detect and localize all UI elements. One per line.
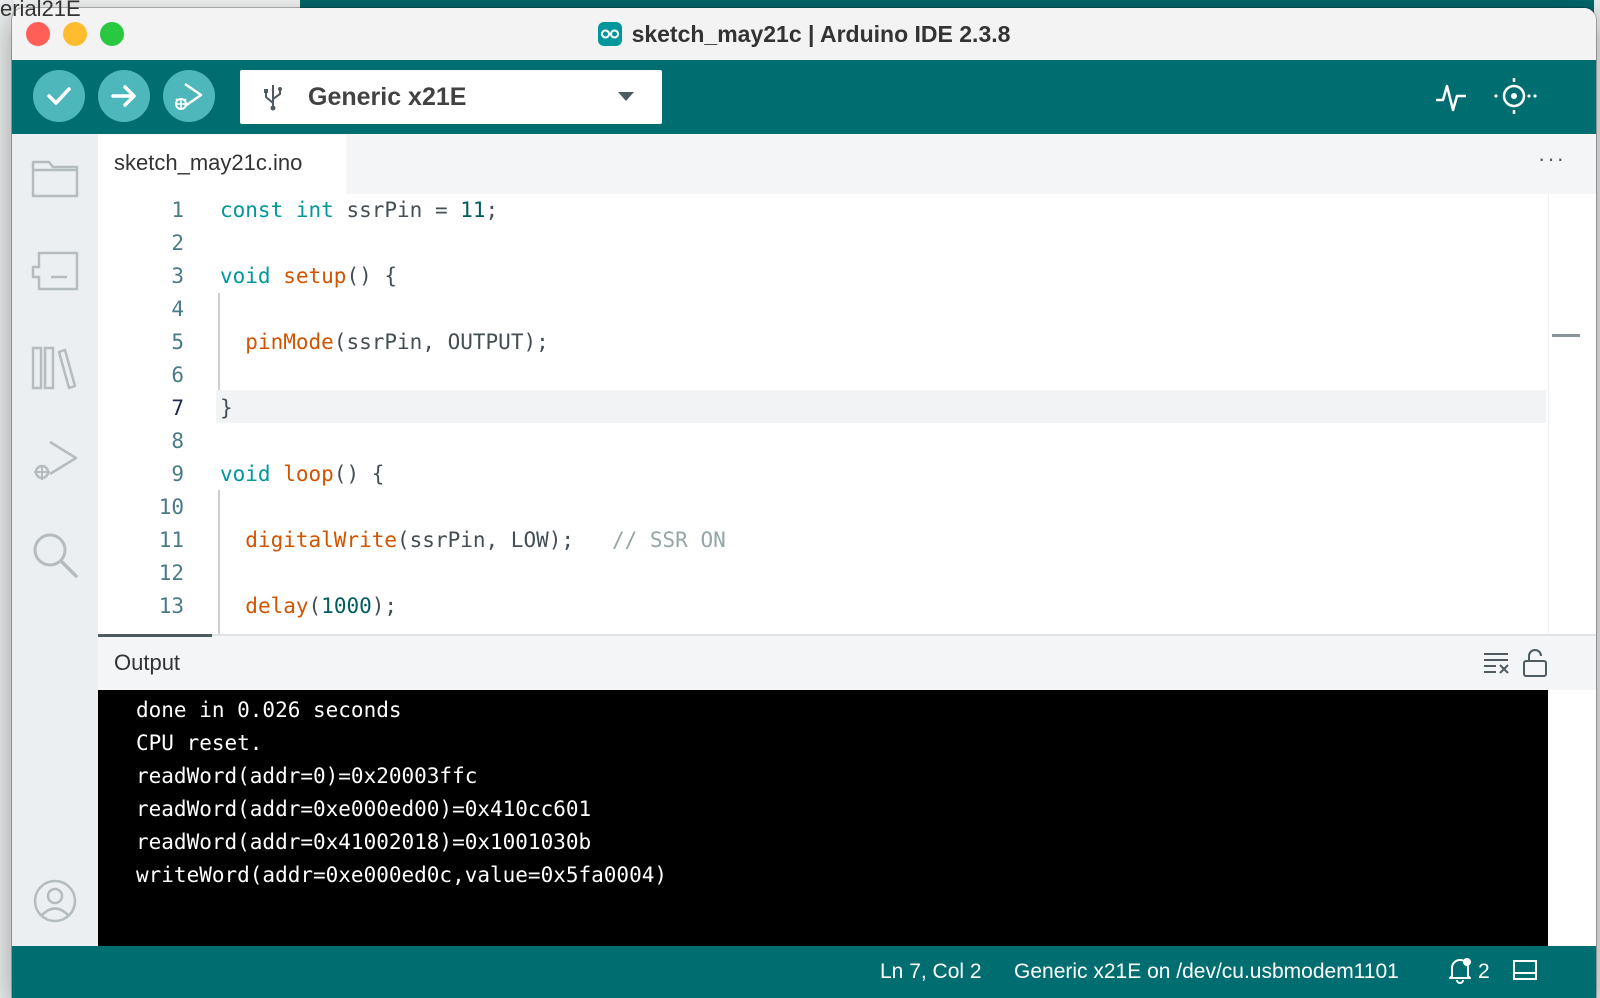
output-line: readWord(addr=0)=0x20003ffc [136,764,478,788]
output-scrollbar[interactable] [1548,690,1596,946]
sketchbook-button[interactable] [30,152,80,202]
activity-sidebar [12,134,98,946]
code-line: 6 [98,359,1538,392]
code-line: 4 [98,293,1538,326]
code-line: 12 [98,557,1538,590]
upload-button[interactable] [98,70,150,122]
line-number: 12 [158,561,184,585]
search-icon [33,533,78,578]
sketchbook-icon [31,160,79,198]
board-name: Generic x21E [308,83,467,111]
cursor-position[interactable]: Ln 7, Col 2 [880,960,982,984]
editor-tab-bar: sketch_may21c.ino ··· [98,134,1596,194]
output-line: CPU reset. [136,731,263,755]
account-button[interactable] [30,876,80,926]
editor-scrollbar[interactable] [1548,194,1596,634]
code-line: 8 [98,425,1538,458]
serial-monitor-icon [1494,78,1537,114]
line-number: 11 [158,528,184,552]
more-actions-icon[interactable]: ··· [1538,146,1566,172]
output-title: Output [114,650,181,675]
boards-manager-icon [31,251,79,291]
line-number: 8 [171,429,184,453]
arrow-right-icon [111,85,136,107]
window-title: sketch_may21c | Arduino IDE 2.3.8 [631,20,1011,47]
debug-button[interactable] [163,70,215,122]
panel-layout-icon [1513,960,1537,980]
toolbar: Generic x21E [12,60,1596,134]
line-number: 2 [171,231,184,255]
account-icon [33,879,77,923]
code-line: 10 [98,491,1538,524]
line-number: 4 [171,297,184,321]
line-number: 3 [171,264,184,288]
arduino-logo-icon [597,22,622,46]
debug-icon [34,440,78,480]
usb-icon [264,85,282,111]
tab-sketch-may21c[interactable]: sketch_may21c.ino [98,134,346,194]
code-line: 11 digitalWrite(ssrPin, LOW); // SSR ON [98,524,1538,557]
code-line: 3 void setup() { [98,260,1538,293]
serial-plotter-icon [1436,84,1466,112]
output-panel-header: Output [98,634,1596,692]
checkmark-icon [47,87,71,105]
output-console[interactable]: done in 0.026 seconds CPU reset. readWor… [98,690,1596,946]
notifications-bell-icon[interactable] [1448,956,1472,990]
code-line: 13 delay(1000); [98,590,1538,623]
boards-manager-button[interactable] [30,246,80,296]
debug-sidebar-button[interactable] [30,436,80,486]
code-line: 9 void loop() { [98,458,1538,491]
clear-output-icon [1484,653,1509,674]
line-number: 9 [171,462,184,486]
debug-play-icon [175,82,203,110]
code-line: 5 pinMode(ssrPin, OUTPUT); [98,326,1538,359]
clear-output-button[interactable] [1482,648,1512,681]
line-number: 1 [171,198,184,222]
verify-button[interactable] [33,70,85,122]
library-manager-icon [31,346,77,390]
output-line: writeWord(addr=0xe000ed0c,value=0x5fa000… [136,863,668,887]
line-number: 10 [158,495,184,519]
unlock-icon [1523,649,1547,677]
scroll-lock-button[interactable] [1522,648,1548,683]
title-bar: sketch_may21c | Arduino IDE 2.3.8 [12,8,1596,61]
serial-monitor-button[interactable] [1492,78,1540,119]
line-number: 13 [158,594,184,618]
tab-label: sketch_may21c.ino [114,150,303,175]
status-bar: Ln 7, Col 2 Generic x21E on /dev/cu.usbm… [12,946,1596,998]
background-window-text: erial21E [0,0,81,21]
board-selector[interactable]: Generic x21E [240,70,662,124]
toggle-panel-button[interactable] [1512,958,1538,988]
output-line: done in 0.026 seconds [136,698,402,722]
code-line: 1 const int ssrPin = 11; [98,194,1538,227]
output-tab-indicator [98,634,212,637]
serial-plotter-button[interactable] [1434,78,1468,119]
output-line: readWord(addr=0x41002018)=0x1001030b [136,830,592,854]
line-number: 7 [171,396,184,420]
search-button[interactable] [30,530,80,580]
code-editor[interactable]: 1 const int ssrPin = 11; 2 3 void setup(… [98,194,1596,634]
code-line: 2 [98,227,1538,260]
library-manager-button[interactable] [30,342,80,392]
line-number: 6 [171,363,184,387]
code-line-current: 7 } [98,392,1538,425]
output-line: readWord(addr=0xe000ed00)=0x410cc601 [136,797,592,821]
notification-count: 2 [1478,960,1490,983]
chevron-down-icon [618,92,634,101]
line-number: 5 [171,330,184,354]
arduino-ide-window: sketch_may21c | Arduino IDE 2.3.8 Generi… [12,8,1596,998]
scrollbar-thumb[interactable] [1552,334,1580,337]
board-port-status[interactable]: Generic x21E on /dev/cu.usbmodem1101 [1014,960,1399,984]
